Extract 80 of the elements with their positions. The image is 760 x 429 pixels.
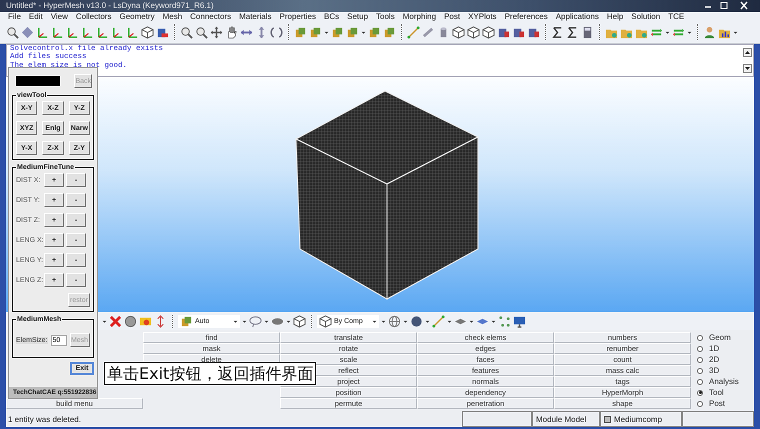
radio-button[interactable] (697, 368, 703, 374)
menu-item[interactable]: Applications (556, 12, 599, 22)
radio-button[interactable] (697, 378, 703, 385)
wireframe-sphere-icon[interactable] (388, 314, 401, 328)
zoom-icon[interactable] (195, 26, 208, 39)
radio-button[interactable] (697, 390, 703, 396)
monitor-icon[interactable] (513, 314, 526, 328)
cube-icon[interactable] (467, 26, 480, 39)
menu-item[interactable]: File (8, 12, 21, 22)
radio-label: 2D (709, 355, 720, 364)
radio-button[interactable] (697, 356, 703, 363)
radio-label: Geom (709, 333, 731, 342)
menu-item[interactable]: TCE (668, 12, 684, 22)
sigma-icon[interactable] (566, 26, 579, 39)
component-field[interactable]: Mediumcomp (600, 411, 682, 427)
menu-item[interactable]: View (50, 12, 68, 22)
menu-item[interactable]: BCs (324, 12, 340, 22)
radio-label: Tool (709, 388, 724, 398)
menu-item[interactable]: Mesh (162, 12, 182, 22)
axes-icon[interactable] (111, 26, 124, 39)
menu-item[interactable]: Tools (376, 12, 395, 22)
cube-icon[interactable] (293, 314, 306, 328)
cube-icon (319, 314, 332, 328)
menu-item[interactable]: Help (606, 12, 624, 22)
line-icon[interactable] (407, 26, 420, 39)
delete-icon[interactable] (109, 314, 122, 328)
radio-button[interactable] (697, 334, 703, 341)
menu-item[interactable]: Collectors (76, 12, 112, 22)
menu-item[interactable]: Connectors (190, 12, 232, 22)
move-arrows-icon[interactable] (210, 26, 223, 39)
shaded-sphere-icon[interactable] (410, 314, 423, 328)
module-field: Module Model (532, 411, 600, 427)
axes-icon[interactable] (36, 26, 49, 39)
layers-icon (180, 314, 193, 328)
menu-item[interactable]: Post (444, 12, 460, 22)
radio-label: 1D (709, 344, 720, 354)
menu-item[interactable]: Morphing (402, 12, 436, 22)
cube-icon[interactable] (141, 26, 154, 39)
axes-icon[interactable] (51, 26, 64, 39)
zoom-icon[interactable] (180, 26, 193, 39)
axes-icon[interactable] (96, 26, 109, 39)
status-message: 1 entity was deleted. (7, 414, 82, 426)
rotate-icon[interactable] (270, 26, 283, 39)
caption-tooltip: 单击Exit按钮，返回插件界面 (104, 362, 316, 385)
menu-item[interactable]: Setup (347, 12, 368, 22)
scroll-down-icon[interactable] (743, 64, 752, 74)
nodes-icon[interactable] (498, 314, 511, 328)
axes-icon[interactable] (81, 26, 94, 39)
axes-icon[interactable] (126, 26, 139, 39)
user-icon[interactable] (703, 26, 716, 39)
layers-icon[interactable] (383, 26, 396, 39)
status-field (462, 411, 532, 427)
cube-icon[interactable] (482, 26, 495, 39)
sigma-icon[interactable] (551, 26, 564, 39)
cube-icon[interactable] (452, 26, 465, 39)
menu-item[interactable]: Geometry (119, 12, 155, 22)
menu-item[interactable]: XYPlots (468, 12, 497, 22)
radio-label: 3D (709, 366, 720, 376)
square-icon (604, 416, 611, 423)
radio-button[interactable] (697, 400, 703, 407)
status-field (682, 411, 754, 427)
radio-button[interactable] (697, 346, 703, 352)
maximize-icon[interactable] (718, 1, 730, 10)
menu-item[interactable]: Solution (631, 12, 660, 22)
zoom-icon[interactable] (6, 26, 19, 39)
menu-item[interactable]: Edit (28, 12, 43, 22)
menu-item[interactable]: Preferences (504, 12, 548, 22)
radio-label: Post (709, 399, 726, 408)
layers-icon[interactable] (294, 26, 307, 39)
lasso-icon[interactable] (249, 314, 262, 328)
sphere-icon[interactable] (124, 314, 137, 328)
radio-label: Analysis (709, 377, 739, 386)
menu-item[interactable]: Properties (280, 12, 316, 22)
scroll-up-icon[interactable] (743, 48, 752, 57)
calculator-icon[interactable] (581, 26, 594, 39)
display-block (16, 76, 60, 86)
axes-icon[interactable] (66, 26, 79, 39)
diamond-icon[interactable] (21, 26, 34, 39)
window-title: Untitled* - HyperMesh v13.0 - LsDyna (Keyword971_R6.1) (6, 1, 215, 10)
menu-item[interactable]: Materials (239, 12, 272, 22)
